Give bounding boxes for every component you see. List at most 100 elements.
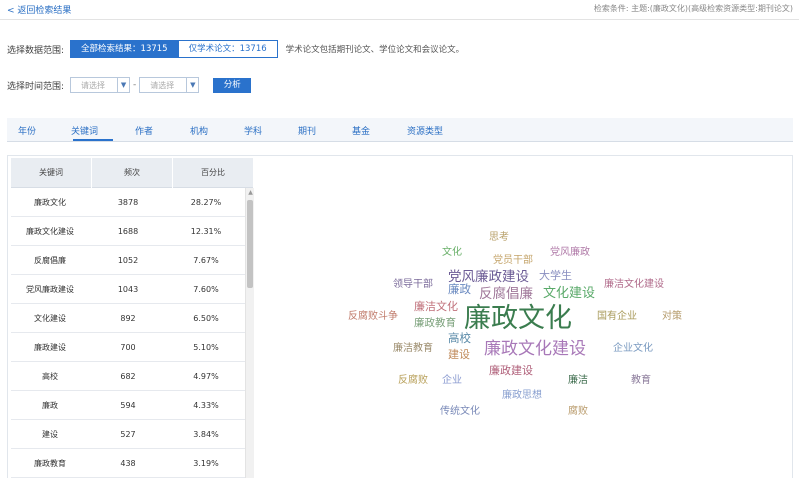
table-row: 反腐倡廉 1052 7.67% xyxy=(11,246,245,275)
keyword-cell: 廉政教育 xyxy=(34,459,66,468)
scroll-up-arrow-icon[interactable]: ▲ xyxy=(246,188,254,198)
cloud-word[interactable]: 对策 xyxy=(662,307,682,322)
frequency-cell: 527 xyxy=(120,430,136,439)
cloud-word[interactable]: 传统文化 xyxy=(440,402,480,417)
cloud-word[interactable]: 廉政建设 xyxy=(489,362,533,378)
percent-cell: 4.97% xyxy=(193,372,219,381)
column-header-frequency[interactable]: 频次 xyxy=(92,158,173,188)
cloud-word[interactable]: 大学生 xyxy=(539,267,572,283)
keyword-cell: 廉政文化 xyxy=(34,198,66,207)
frequency-cell: 594 xyxy=(120,401,136,410)
time-range-label: 选择时间范围: xyxy=(7,81,65,92)
cloud-word[interactable]: 腐败 xyxy=(568,402,588,417)
keyword-cell: 反腐倡廉 xyxy=(34,256,66,265)
cloud-word[interactable]: 建设 xyxy=(448,346,470,362)
back-to-results-link[interactable]: < 返回检索结果 xyxy=(7,3,71,16)
table-body: 廉政文化 3878 28.27% 廉政文化建设 1688 12.31% 反腐倡廉 1052… xyxy=(11,188,245,478)
data-range-row: 选择数据范围: 全部检索结果：13715 仅学术论文：13716 学术论文包括期… xyxy=(7,40,464,58)
percent-cell: 28.27% xyxy=(190,198,222,207)
analyze-button[interactable]: 分析 xyxy=(213,77,252,93)
percent-cell: 4.33% xyxy=(193,401,219,410)
time-range-row: 选择时间范围: 请选择 ▼ - 请选择 ▼ 分析 xyxy=(7,77,252,93)
start-year-placeholder: 请选择 xyxy=(81,80,106,90)
cloud-word[interactable]: 廉政文化 xyxy=(464,296,572,335)
table-row: 廉政教育 438 3.19% xyxy=(11,449,245,478)
tab-year[interactable]: 年份 xyxy=(18,124,36,137)
cloud-word[interactable]: 反腐败斗争 xyxy=(348,307,398,322)
cloud-word[interactable]: 廉政 xyxy=(448,281,471,297)
tab-keyword[interactable]: 关键词 xyxy=(71,124,98,137)
cloud-word[interactable]: 廉洁文化 xyxy=(414,298,458,314)
table-header: 关键词 频次 百分比 xyxy=(11,158,254,188)
frequency-cell: 892 xyxy=(120,314,136,323)
end-year-select[interactable]: 请选择 ▼ xyxy=(139,77,200,93)
tab-institution[interactable]: 机构 xyxy=(190,124,208,137)
keyword-cell: 建设 xyxy=(42,430,58,439)
keyword-word-cloud: 思考 文化 党风廉政 党员干部 领导干部 党风廉政建设 大学生 廉洁文化建设 廉… xyxy=(262,158,792,478)
end-year-placeholder: 请选择 xyxy=(150,80,175,90)
frequency-cell: 682 xyxy=(120,372,136,381)
cloud-word[interactable]: 反腐败 xyxy=(398,371,428,386)
table-row: 廉政建设 700 5.10% xyxy=(11,333,245,362)
table-row: 文化建设 892 6.50% xyxy=(11,304,245,333)
analysis-tabs: 年份 关键词 作者 机构 学科 期刊 基金 资源类型 xyxy=(7,118,793,142)
keyword-cell: 文化建设 xyxy=(34,314,66,323)
range-separator: - xyxy=(133,80,137,90)
table-scrollbar[interactable]: ▲ xyxy=(245,188,254,478)
cloud-word[interactable]: 廉洁 xyxy=(568,371,588,386)
keyword-table: 关键词 频次 百分比 廉政文化 3878 28.27% 廉政文化建设 1688 12.3… xyxy=(11,158,254,478)
frequency-cell: 3878 xyxy=(117,198,139,207)
keyword-cell: 廉政文化建设 xyxy=(26,227,74,236)
active-tab-indicator xyxy=(73,139,113,141)
tab-journal[interactable]: 期刊 xyxy=(298,124,316,137)
percent-cell: 3.84% xyxy=(193,430,219,439)
top-bar: < 返回检索结果 检索条件: 主题:(廉政文化)(高级检索资源类型:期刊论文) xyxy=(0,0,799,20)
start-year-select[interactable]: 请选择 ▼ xyxy=(70,77,131,93)
cloud-word[interactable]: 国有企业 xyxy=(597,307,637,322)
table-row: 廉政 594 4.33% xyxy=(11,391,245,420)
data-range-label: 选择数据范围: xyxy=(7,45,65,56)
percent-cell: 12.31% xyxy=(190,227,222,236)
cloud-word[interactable]: 廉政思想 xyxy=(502,386,542,401)
cloud-word[interactable]: 廉洁教育 xyxy=(393,339,433,354)
cloud-word[interactable]: 文化 xyxy=(442,243,462,258)
column-header-keyword[interactable]: 关键词 xyxy=(11,158,92,188)
cloud-word[interactable]: 廉洁文化建设 xyxy=(604,275,664,290)
cloud-word[interactable]: 教育 xyxy=(631,371,651,386)
data-range-note: 学术论文包括期刊论文、学位论文和会议论文。 xyxy=(285,45,465,55)
tab-discipline[interactable]: 学科 xyxy=(244,124,262,137)
frequency-cell: 1043 xyxy=(117,285,139,294)
all-results-option[interactable]: 全部检索结果：13715 xyxy=(70,40,179,58)
frequency-cell: 1688 xyxy=(117,227,139,236)
chevron-down-icon: ▼ xyxy=(186,78,198,92)
frequency-cell: 700 xyxy=(120,343,136,352)
frequency-cell: 1052 xyxy=(117,256,139,265)
cloud-word[interactable]: 党员干部 xyxy=(493,251,533,266)
cloud-word[interactable]: 企业 xyxy=(442,371,462,386)
cloud-word[interactable]: 企业文化 xyxy=(613,339,653,354)
cloud-word[interactable]: 党风廉政 xyxy=(550,243,590,258)
academic-only-option[interactable]: 仅学术论文：13716 xyxy=(177,40,278,58)
scrollbar-thumb[interactable] xyxy=(247,200,253,288)
tab-resource-type[interactable]: 资源类型 xyxy=(407,124,443,137)
cloud-word[interactable]: 廉政文化建设 xyxy=(484,334,586,359)
percent-cell: 7.60% xyxy=(193,285,219,294)
frequency-cell: 438 xyxy=(120,459,136,468)
chevron-down-icon: ▼ xyxy=(117,78,129,92)
cloud-word[interactable]: 领导干部 xyxy=(393,275,433,290)
percent-cell: 7.67% xyxy=(193,256,219,265)
table-row: 高校 682 4.97% xyxy=(11,362,245,391)
keyword-cell: 高校 xyxy=(42,372,58,381)
table-row: 廉政文化建设 1688 12.31% xyxy=(11,217,245,246)
search-condition: 检索条件: 主题:(廉政文化)(高级检索资源类型:期刊论文) xyxy=(593,4,793,13)
cloud-word[interactable]: 廉政教育 xyxy=(414,315,456,330)
cloud-word[interactable]: 思考 xyxy=(489,228,509,243)
column-header-percent[interactable]: 百分比 xyxy=(173,158,254,188)
table-row: 党风廉政建设 1043 7.60% xyxy=(11,275,245,304)
tab-author[interactable]: 作者 xyxy=(135,124,153,137)
cloud-word[interactable]: 高校 xyxy=(448,330,471,346)
keyword-cell: 党风廉政建设 xyxy=(26,285,74,294)
percent-cell: 6.50% xyxy=(193,314,219,323)
keyword-cell: 廉政建设 xyxy=(34,343,66,352)
tab-fund[interactable]: 基金 xyxy=(352,124,370,137)
